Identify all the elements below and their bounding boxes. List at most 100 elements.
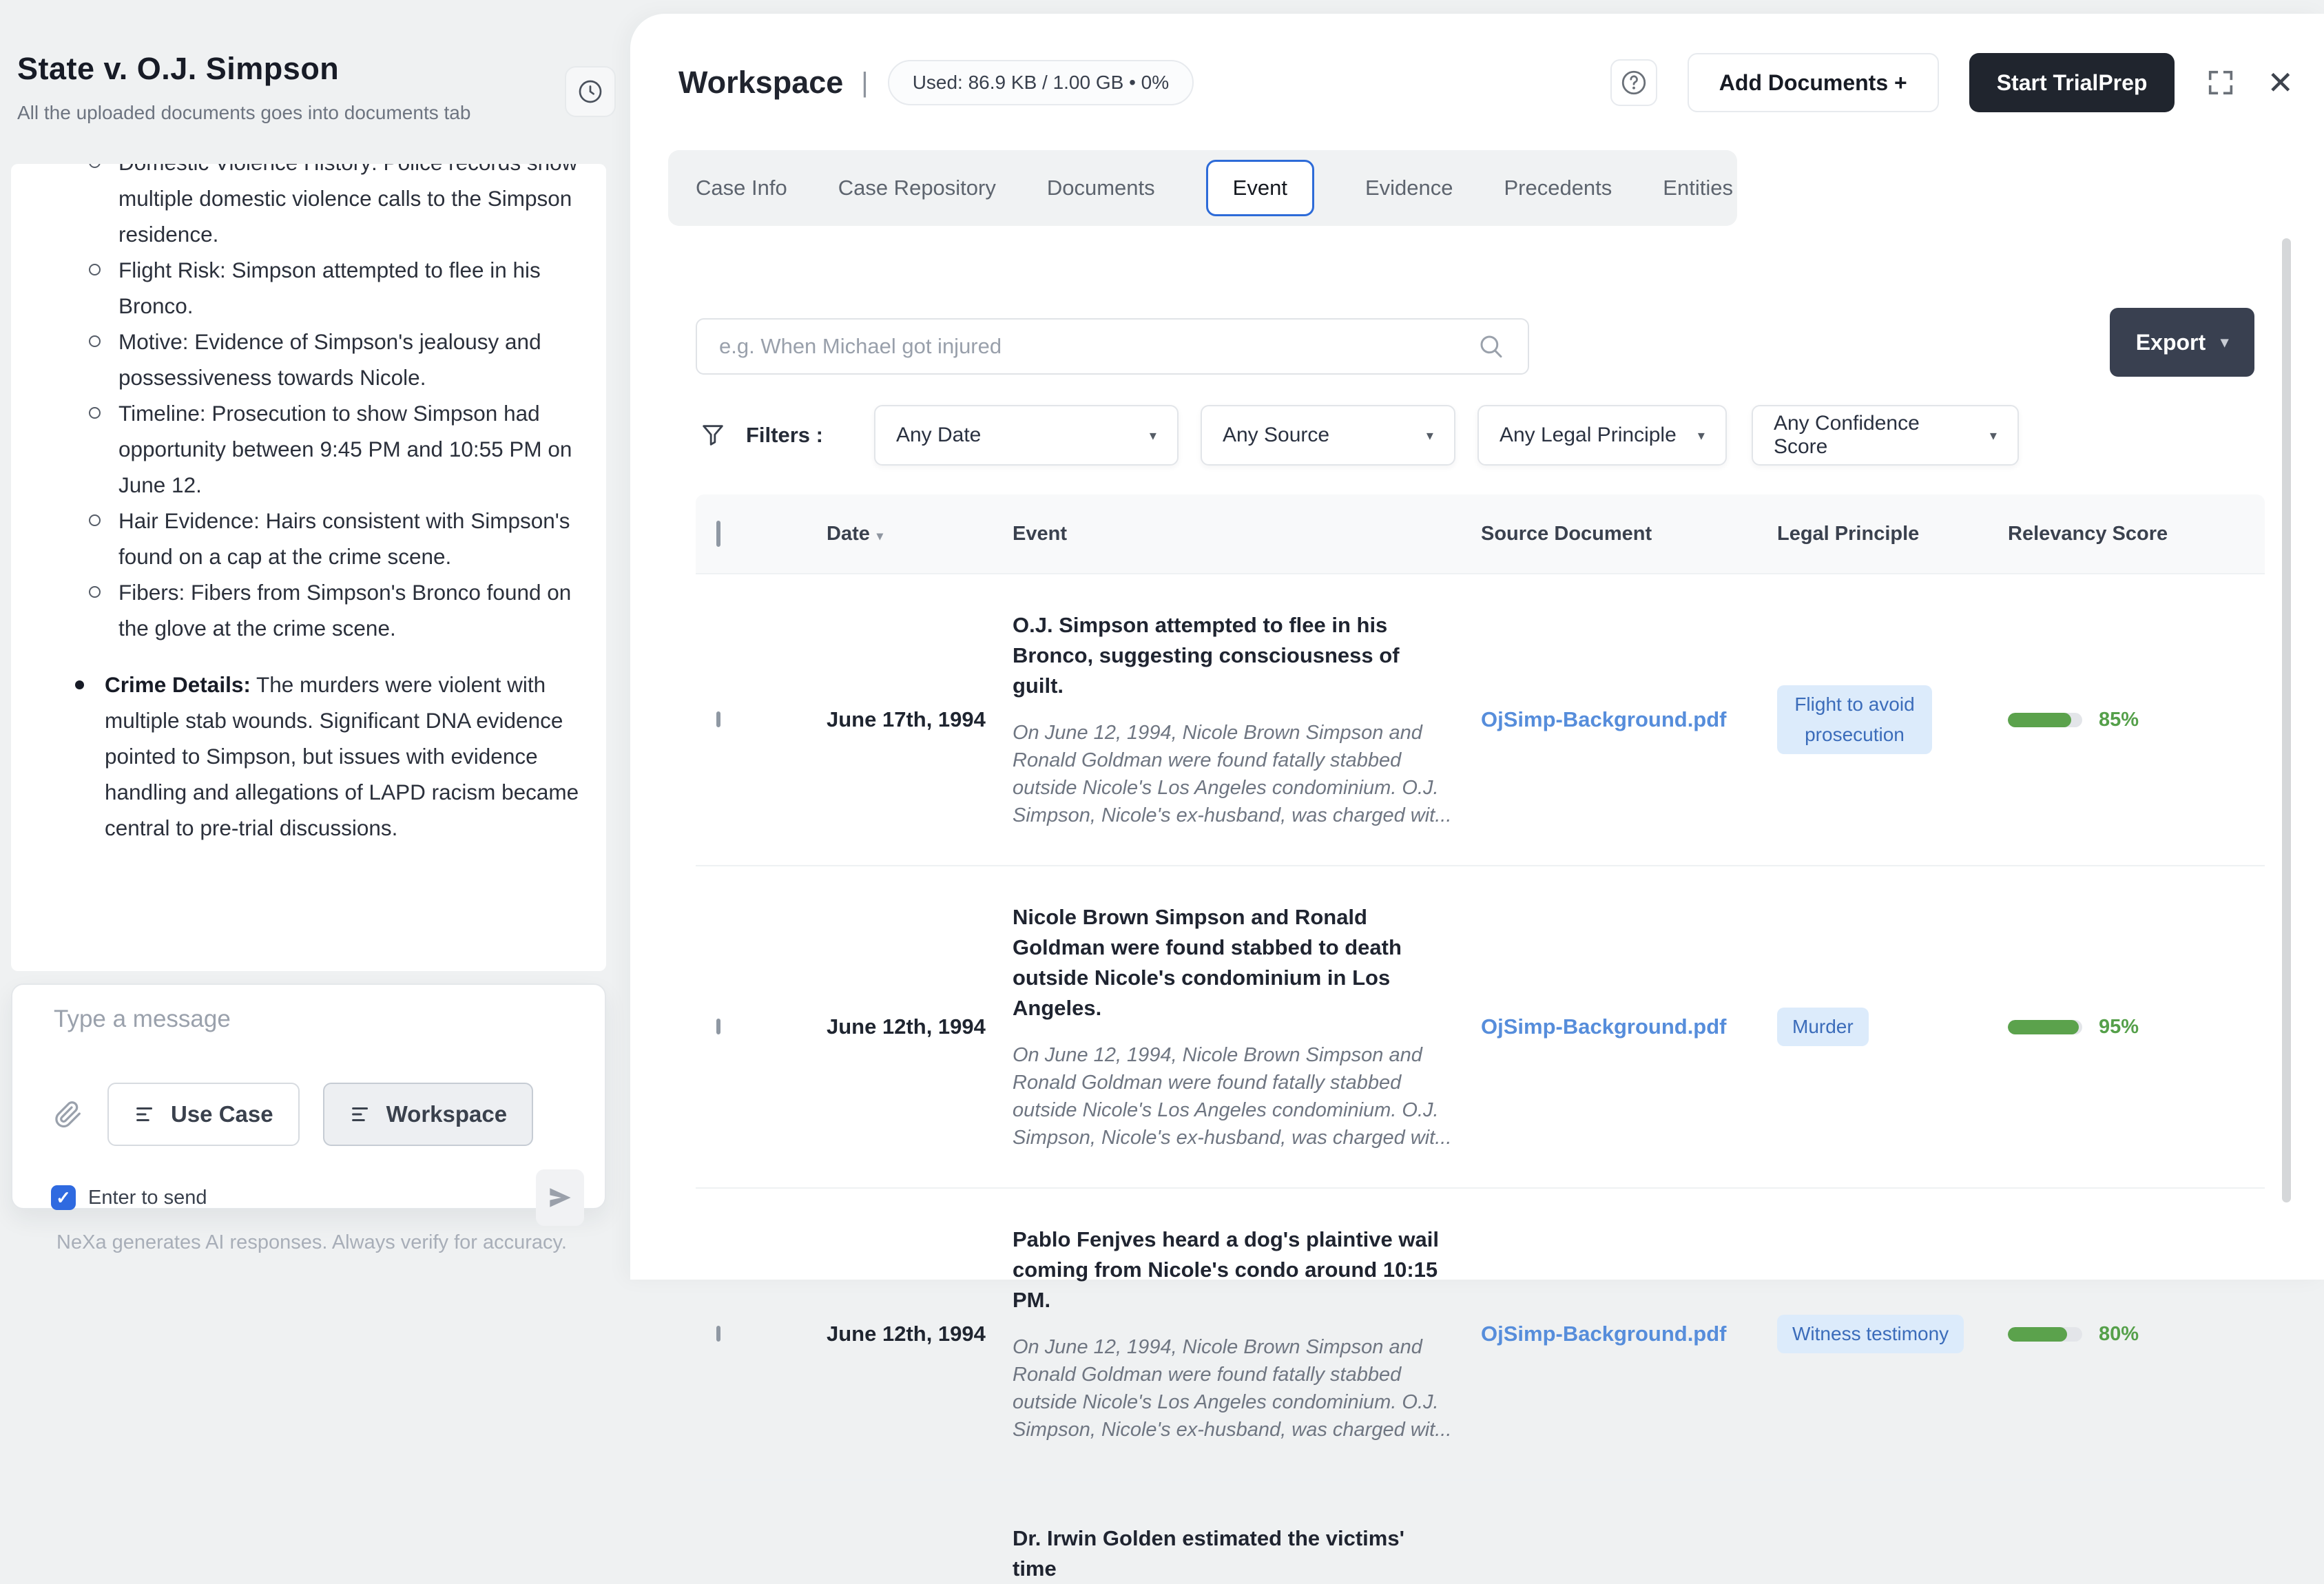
- chevron-down-icon: ▾: [1990, 427, 1997, 444]
- tab-documents[interactable]: Documents: [1047, 176, 1155, 200]
- enter-to-send-label: Enter to send: [88, 1187, 207, 1209]
- event-description: On June 12, 1994, Nicole Brown Simpson a…: [1013, 1333, 1453, 1444]
- relevancy-score: 95%: [2008, 1016, 2265, 1039]
- events-table: Date▾ Event Source Document Legal Princi…: [696, 494, 2265, 1584]
- list-lines-icon: [134, 1103, 157, 1126]
- score-label: 85%: [2099, 709, 2139, 731]
- relevancy-score: 80%: [2008, 1323, 2265, 1346]
- score-bar: [2008, 1020, 2082, 1034]
- clock-icon: [577, 78, 604, 105]
- start-trialprep-button[interactable]: Start TrialPrep: [1969, 53, 2175, 112]
- filters-bar: Filters : Any Date ▾ Any Source ▾ Any Le…: [699, 405, 2019, 466]
- note-body: The murders were violent with multiple s…: [105, 672, 579, 840]
- help-button[interactable]: [1610, 59, 1657, 106]
- filter-legal-principle-dropdown[interactable]: Any Legal Principle ▾: [1477, 405, 1727, 466]
- circle-bullet-icon: [89, 335, 101, 347]
- event-title: Nicole Brown Simpson and Ronald Goldman …: [1013, 902, 1453, 1023]
- event-title: O.J. Simpson attempted to flee in his Br…: [1013, 610, 1453, 701]
- filter-value: Any Date: [896, 424, 981, 447]
- add-documents-button[interactable]: Add Documents +: [1688, 53, 1939, 112]
- sidebar-header: State v. O.J. Simpson All the uploaded d…: [17, 51, 610, 124]
- note-label: Crime Details:: [105, 672, 251, 697]
- search-input[interactable]: [696, 318, 1529, 375]
- column-header-score: Relevancy Score: [2008, 523, 2265, 545]
- table-row[interactable]: June 12th, 1994 Pablo Fenjves heard a do…: [696, 1187, 2265, 1479]
- event-date: June 12th, 1994: [827, 1014, 1013, 1039]
- list-item: Domestic Violence History: Police record…: [11, 164, 583, 252]
- question-circle-icon: [1619, 68, 1648, 97]
- case-title: State v. O.J. Simpson: [17, 51, 610, 87]
- export-label: Export: [2136, 330, 2206, 355]
- row-checkbox[interactable]: [716, 1326, 720, 1342]
- score-bar: [2008, 1327, 2082, 1342]
- fullscreen-button[interactable]: [2205, 67, 2237, 98]
- tab-evidence[interactable]: Evidence: [1365, 176, 1453, 200]
- case-subtitle: All the uploaded documents goes into doc…: [17, 102, 610, 124]
- list-item: Timeline: Prosecution to show Simpson ha…: [11, 395, 583, 503]
- filter-confidence-dropdown[interactable]: Any Confidence Score ▾: [1752, 405, 2019, 466]
- chat-message-input[interactable]: [54, 1005, 563, 1067]
- row-checkbox[interactable]: [716, 711, 720, 727]
- circle-bullet-icon: [89, 586, 101, 598]
- tab-case-repository[interactable]: Case Repository: [838, 176, 996, 200]
- event-description: On June 12, 1994, Nicole Brown Simpson a…: [1013, 719, 1453, 829]
- attachment-icon[interactable]: [52, 1098, 84, 1130]
- legal-principle-badge: Witness testimony: [1777, 1315, 1964, 1353]
- send-button[interactable]: [536, 1169, 584, 1226]
- row-checkbox[interactable]: [716, 1019, 720, 1034]
- list-item: Crime Details: The murders were violent …: [11, 667, 583, 846]
- select-all-checkbox[interactable]: [716, 521, 720, 547]
- vertical-scrollbar[interactable]: [2282, 238, 2291, 1202]
- storage-usage-badge: Used: 86.9 KB / 1.00 GB • 0%: [888, 60, 1194, 105]
- event-date: June 12th, 1994: [827, 1322, 1013, 1346]
- source-document-link[interactable]: OjSimp-Background.pdf: [1481, 707, 1727, 731]
- source-document-link[interactable]: OjSimp-Background.pdf: [1481, 1014, 1727, 1039]
- list-item: Fibers: Fibers from Simpson's Bronco fou…: [11, 574, 583, 646]
- enter-to-send-checkbox[interactable]: ✓: [51, 1185, 76, 1210]
- chat-composer: Use Case Workspace ✓ Enter to send: [11, 983, 606, 1209]
- funnel-icon: [699, 421, 727, 449]
- filter-date-dropdown[interactable]: Any Date ▾: [874, 405, 1179, 466]
- event-description: On June 12, 1994, Nicole Brown Simpson a…: [1013, 1041, 1453, 1151]
- column-header-date[interactable]: Date▾: [827, 523, 1013, 545]
- disc-bullet-icon: [75, 680, 84, 689]
- export-button[interactable]: Export ▾: [2110, 308, 2254, 377]
- note-text: Domestic Violence History: Police record…: [118, 164, 583, 252]
- workspace-label: Workspace: [386, 1101, 507, 1127]
- note-text: Timeline: Prosecution to show Simpson ha…: [118, 395, 583, 503]
- use-case-button[interactable]: Use Case: [107, 1083, 300, 1146]
- close-button[interactable]: ✕: [2267, 64, 2294, 101]
- event-search: [696, 318, 1529, 375]
- workspace-header: Workspace | Used: 86.9 KB / 1.00 GB • 0%…: [678, 50, 2294, 116]
- column-header-event: Event: [1013, 523, 1481, 545]
- event-date: June 17th, 1994: [827, 707, 1013, 732]
- filter-source-dropdown[interactable]: Any Source ▾: [1201, 405, 1455, 466]
- chat-bottom-bar: ✓ Enter to send: [51, 1169, 584, 1226]
- tab-case-info[interactable]: Case Info: [696, 176, 787, 200]
- list-lines-icon: [349, 1103, 373, 1126]
- note-text: Flight Risk: Simpson attempted to flee i…: [118, 252, 583, 324]
- close-icon: ✕: [2267, 64, 2294, 101]
- workspace-button[interactable]: Workspace: [323, 1083, 533, 1146]
- tab-event[interactable]: Event: [1206, 160, 1314, 216]
- circle-bullet-icon: [89, 514, 101, 526]
- search-icon[interactable]: [1477, 332, 1506, 361]
- history-button[interactable]: [565, 66, 616, 117]
- relevancy-score: 85%: [2008, 709, 2265, 731]
- tab-entities[interactable]: Entities: [1663, 176, 1733, 200]
- table-header: Date▾ Event Source Document Legal Princi…: [696, 494, 2265, 573]
- table-row[interactable]: Dr. Irwin Golden estimated the victims' …: [696, 1479, 2265, 1584]
- table-row[interactable]: June 12th, 1994 Nicole Brown Simpson and…: [696, 865, 2265, 1187]
- workspace-panel: Workspace | Used: 86.9 KB / 1.00 GB • 0%…: [630, 14, 2324, 1280]
- chevron-down-icon: ▾: [1426, 427, 1433, 444]
- chat-toolbar: Use Case Workspace: [52, 1083, 533, 1146]
- score-bar: [2008, 713, 2082, 727]
- ai-disclaimer: NeXa generates AI responses. Always veri…: [0, 1231, 623, 1254]
- source-document-link[interactable]: OjSimp-Background.pdf: [1481, 1322, 1727, 1346]
- tab-precedents[interactable]: Precedents: [1504, 176, 1612, 200]
- header-actions: Add Documents + Start TrialPrep ✕: [1610, 53, 2294, 112]
- list-item: Motive: Evidence of Simpson's jealousy a…: [11, 324, 583, 395]
- case-notes-panel[interactable]: Domestic Violence History: Police record…: [11, 164, 606, 971]
- table-row[interactable]: June 17th, 1994 O.J. Simpson attempted t…: [696, 573, 2265, 865]
- score-label: 80%: [2099, 1323, 2139, 1346]
